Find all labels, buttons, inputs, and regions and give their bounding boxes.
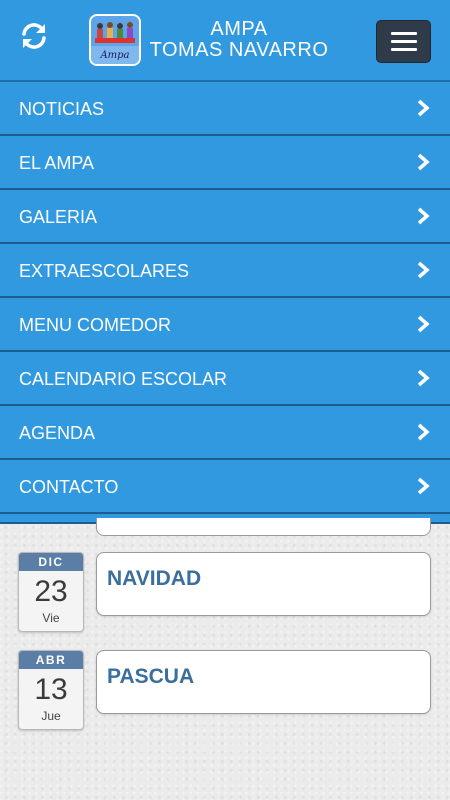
chevron-right-icon — [417, 423, 430, 441]
date-day: 23 — [34, 575, 68, 608]
nav-item-label: MENU COMEDOR — [19, 315, 171, 335]
hamburger-menu-button[interactable] — [376, 20, 431, 63]
nav-item-contacto[interactable]: CONTACTO — [0, 460, 450, 514]
nav-item-calendario-escolar[interactable]: CALENDARIO ESCOLAR — [0, 352, 450, 406]
app-header: Ampa AMPA TOMAS NAVARRO — [0, 0, 450, 82]
refresh-button[interactable] — [16, 18, 52, 54]
ampa-logo: Ampa — [89, 14, 141, 66]
date-weekday: Jue — [41, 709, 61, 723]
nav-item-el-ampa[interactable]: EL AMPA — [0, 136, 450, 190]
event-card[interactable]: NAVIDAD — [96, 552, 431, 616]
nav-item-label: CALENDARIO ESCOLAR — [19, 369, 228, 389]
event-card-partial[interactable] — [96, 518, 431, 536]
event-title: NAVIDAD — [107, 567, 202, 590]
date-month: ABR — [19, 651, 83, 669]
hamburger-icon-bar — [390, 48, 417, 51]
nav-item-label: EXTRAESCOLARES — [19, 261, 190, 281]
nav-menu: NOTICIAS EL AMPA GALERIA EXTRAESCOLARES … — [0, 82, 450, 524]
nav-item-label: NOTICIAS — [19, 99, 105, 119]
nav-item-agenda[interactable]: AGENDA — [0, 406, 450, 460]
app-title-line2: TOMAS NAVARRO — [149, 39, 329, 61]
chevron-right-icon — [417, 369, 430, 387]
nav-item-galeria[interactable]: GALERIA — [0, 190, 450, 244]
chevron-right-icon — [417, 153, 430, 171]
chevron-right-icon — [417, 207, 430, 225]
hamburger-icon-bar — [390, 32, 417, 35]
date-month: DIC — [19, 553, 83, 571]
nav-item-label: GALERIA — [19, 207, 98, 227]
nav-item-label: EL AMPA — [19, 153, 95, 173]
nav-item-menu-comedor[interactable]: MENU COMEDOR — [0, 298, 450, 352]
calendar-date-badge: ABR 13 Jue — [18, 650, 84, 730]
chevron-right-icon — [417, 315, 430, 333]
calendar-date-badge: DIC 23 Vie — [18, 552, 84, 632]
refresh-icon — [22, 23, 46, 49]
nav-item-label: AGENDA — [19, 423, 96, 443]
chevron-right-icon — [417, 261, 430, 279]
event-card[interactable]: PASCUA — [96, 650, 431, 714]
app-title-line1: AMPA — [210, 18, 268, 40]
event-title: PASCUA — [107, 665, 195, 688]
date-weekday: Vie — [42, 611, 60, 625]
date-day: 13 — [34, 673, 68, 706]
nav-item-noticias[interactable]: NOTICIAS — [0, 82, 450, 136]
nav-item-extraescolares[interactable]: EXTRAESCOLARES — [0, 244, 450, 298]
svg-text:Ampa: Ampa — [99, 50, 129, 61]
chevron-right-icon — [417, 477, 430, 495]
app-title: AMPA TOMAS NAVARRO — [140, 19, 338, 61]
nav-item-label: CONTACTO — [19, 477, 119, 497]
chevron-right-icon — [417, 99, 430, 117]
hamburger-icon-bar — [390, 40, 417, 43]
